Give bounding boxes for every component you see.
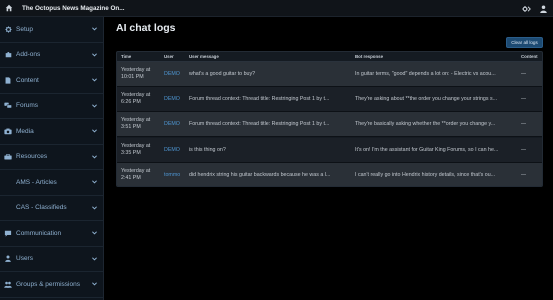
communication-icon xyxy=(4,229,12,237)
table-row: Yesterday at 3:35 PM DEMO is this thing … xyxy=(117,137,542,163)
sidebar-item-label: CAS - Classifieds xyxy=(16,204,67,212)
row-bot-response: It's on! I'm the assistant for Guitar Ki… xyxy=(355,146,499,153)
table-row: Yesterday at 10:01 PM DEMO what's a good… xyxy=(117,62,542,87)
chevron-down-icon xyxy=(92,257,97,261)
chevron-down-icon xyxy=(92,231,97,235)
table-row: Yesterday at 3:51 PM DEMO Forum thread c… xyxy=(117,112,542,138)
column-header-response[interactable]: Bot response xyxy=(355,54,383,59)
groups-icon xyxy=(4,280,12,288)
row-bot-response: In guitar terms, "good" depends a lot on… xyxy=(355,71,496,77)
sidebar-item-label: Groups & permissions xyxy=(16,280,80,288)
sidebar-item-setup[interactable]: Setup xyxy=(0,17,103,43)
column-header-user[interactable]: User xyxy=(164,54,174,59)
row-content: — xyxy=(521,146,527,153)
users-icon xyxy=(4,255,12,263)
sidebar-item-label: Communication xyxy=(16,229,62,237)
row-content: — xyxy=(521,71,527,77)
row-content: — xyxy=(521,171,527,178)
row-user-message: what's a good guitar to buy? xyxy=(189,71,256,77)
sidebar-item-resources[interactable]: Resources xyxy=(0,145,103,170)
chat-logs-table: Time User User message Bot response Cont… xyxy=(116,51,543,187)
row-content: — xyxy=(521,121,527,128)
row-user-message: Forum thread context: Thread title: Rest… xyxy=(189,96,330,103)
sidebar-item-communication[interactable]: Communication xyxy=(0,221,103,247)
sidebar-item-label: Resources xyxy=(16,153,48,161)
row-user-link[interactable]: tommo xyxy=(164,172,180,178)
user-icon[interactable] xyxy=(540,5,547,13)
sidebar-item-groups-permissions[interactable]: Groups & permissions xyxy=(0,272,103,298)
chevron-down-icon xyxy=(92,53,97,57)
chevron-down-icon xyxy=(92,206,97,210)
sidebar-item-forums[interactable]: Forums xyxy=(0,94,103,119)
clear-all-logs-button[interactable]: Clear all logs xyxy=(506,37,543,48)
file-icon xyxy=(4,76,12,84)
sidebar-item-label: Users xyxy=(16,255,33,263)
home-icon[interactable] xyxy=(2,0,16,17)
top-bar: The Octopus News Magazine On... xyxy=(0,0,553,17)
row-user-link[interactable]: DEMO xyxy=(164,71,180,77)
admin-sidebar: Setup Add-ons Content Forums Media Resou… xyxy=(0,17,104,300)
forums-icon xyxy=(4,102,12,110)
row-user-link[interactable]: DEMO xyxy=(164,147,180,153)
chevron-down-icon xyxy=(92,27,97,31)
sidebar-item-label: Media xyxy=(16,127,34,135)
table-header: Time User User message Bot response Cont… xyxy=(117,52,542,62)
table-row: Yesterday at 2:41 PM tommo did hendrix s… xyxy=(117,162,542,186)
row-user-link[interactable]: DEMO xyxy=(164,96,180,102)
row-time: Yesterday at 2:41 PM xyxy=(121,167,151,181)
top-right-icons xyxy=(522,2,547,15)
main-content: AI chat logs Clear all logs Time User Us… xyxy=(109,17,553,300)
column-header-content[interactable]: Content xyxy=(521,54,538,59)
sidebar-item-label: Forums xyxy=(16,102,39,110)
row-bot-response: They're asking about **the order you cha… xyxy=(355,96,498,103)
page-title: AI chat logs xyxy=(116,22,176,34)
classifieds-icon xyxy=(4,204,12,212)
chevron-down-icon xyxy=(92,78,97,82)
sidebar-item-users[interactable]: Users xyxy=(0,247,103,272)
row-user-link[interactable]: DEMO xyxy=(164,121,180,127)
row-time: Yesterday at 6:26 PM xyxy=(121,92,151,106)
sidebar-item-ams-articles[interactable]: AMS - Articles xyxy=(0,170,103,196)
sidebar-item-label: Add-ons xyxy=(16,51,41,59)
camera-icon xyxy=(4,127,12,135)
row-bot-response: They're basically asking whether the **o… xyxy=(355,121,496,128)
row-bot-response: I can't really go into Hendrix history d… xyxy=(355,171,496,178)
row-time: Yesterday at 3:35 PM xyxy=(121,142,151,156)
gear-icon xyxy=(4,25,12,33)
row-user-message: did hendrix string his guitar backwards … xyxy=(189,171,331,178)
column-header-time[interactable]: Time xyxy=(121,54,131,59)
articles-icon xyxy=(4,178,12,186)
chevron-down-icon xyxy=(92,129,97,133)
chevron-down-icon xyxy=(92,155,97,159)
sidebar-item-content[interactable]: Content xyxy=(0,68,103,94)
chevron-down-icon xyxy=(92,104,97,108)
row-user-message: Forum thread context: Thread title: Rest… xyxy=(189,121,330,128)
sidebar-item-add-ons[interactable]: Add-ons xyxy=(0,43,103,68)
settings-tools-icon[interactable] xyxy=(522,5,531,13)
sidebar-item-label: Setup xyxy=(16,25,33,33)
row-time: Yesterday at 3:51 PM xyxy=(121,117,151,131)
column-header-message[interactable]: User message xyxy=(189,54,219,59)
chevron-down-icon xyxy=(92,180,97,184)
site-title[interactable]: The Octopus News Magazine On... xyxy=(22,5,125,12)
sidebar-item-media[interactable]: Media xyxy=(0,119,103,145)
row-user-message: is this thing on? xyxy=(189,146,226,153)
table-row: Yesterday at 6:26 PM DEMO Forum thread c… xyxy=(117,87,542,113)
sidebar-item-label: AMS - Articles xyxy=(16,178,57,186)
sidebar-item-cas-classifieds[interactable]: CAS - Classifieds xyxy=(0,196,103,221)
puzzle-icon xyxy=(4,51,12,59)
row-time: Yesterday at 10:01 PM xyxy=(121,67,151,80)
row-content: — xyxy=(521,96,527,103)
chevron-down-icon xyxy=(92,282,97,286)
resources-icon xyxy=(4,153,12,161)
sidebar-item-label: Content xyxy=(16,76,39,84)
